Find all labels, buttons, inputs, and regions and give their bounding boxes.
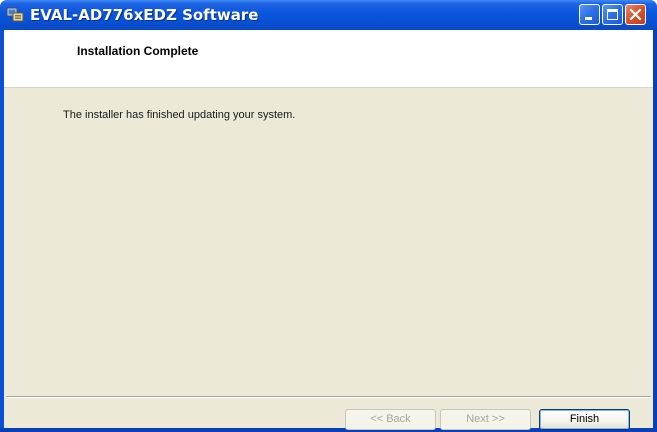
maximize-button[interactable] <box>602 4 623 25</box>
installer-window: EVAL-AD776xEDZ Software Installation Com… <box>0 0 657 432</box>
header-banner: Installation Complete <box>4 30 653 88</box>
dialog-client-area: Installation Complete The installer has … <box>4 30 653 430</box>
footer-divider <box>6 396 651 398</box>
window-frame-right <box>653 30 657 432</box>
installer-app-icon[interactable] <box>6 6 24 23</box>
page-title: Installation Complete <box>77 44 199 58</box>
next-button[interactable]: Next >> <box>440 409 531 430</box>
completion-message: The installer has finished updating your… <box>63 109 296 121</box>
minimize-icon <box>585 17 592 20</box>
close-icon <box>629 8 642 21</box>
window-title: EVAL-AD776xEDZ Software <box>30 6 259 24</box>
maximize-icon <box>607 9 618 20</box>
minimize-button[interactable] <box>579 4 600 25</box>
title-bar[interactable]: EVAL-AD776xEDZ Software <box>0 0 657 30</box>
close-button[interactable] <box>625 4 646 25</box>
back-button[interactable]: << Back <box>345 409 436 430</box>
finish-button[interactable]: Finish <box>539 409 630 430</box>
